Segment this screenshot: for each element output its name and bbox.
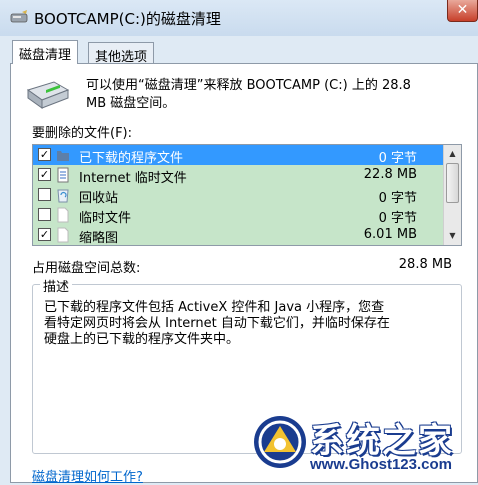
- list-scrollbar[interactable]: ▲ ▼: [443, 145, 461, 245]
- checkbox[interactable]: ✓: [38, 168, 51, 181]
- list-item[interactable]: ✓ 缩略图 6.01 MB: [33, 225, 443, 245]
- description-text: 已下载的程序文件包括 ActiveX 控件和 Java 小程序，您查 看特定网页…: [44, 300, 390, 347]
- scroll-thumb[interactable]: [446, 163, 459, 203]
- file-name: 缩略图: [79, 231, 119, 246]
- checkbox[interactable]: [38, 188, 51, 201]
- list-item[interactable]: 临时文件 0 字节: [33, 205, 443, 226]
- close-button[interactable]: ✕: [447, 0, 478, 22]
- watermark-title: 系统之家: [310, 421, 454, 461]
- tab-disk-cleanup[interactable]: 磁盘清理: [12, 40, 79, 64]
- disk-cleanup-icon: [10, 10, 28, 23]
- document-icon: [57, 167, 69, 183]
- checkbox[interactable]: ✓: [38, 148, 51, 161]
- file-name: 回收站: [79, 191, 119, 206]
- file-size: 0 字节: [378, 211, 417, 226]
- recycle-bin-icon: [57, 189, 69, 203]
- file-size: 6.01 MB: [363, 227, 417, 242]
- file-name: 已下载的程序文件: [79, 151, 184, 166]
- watermark-url: www.Ghost123.com: [310, 456, 452, 473]
- list-item[interactable]: 回收站 0 字节: [33, 185, 443, 206]
- checkbox[interactable]: [38, 208, 51, 221]
- title-bar: BOOTCAMP(C:)的磁盘清理 ✕: [0, 0, 478, 36]
- how-it-works-link[interactable]: 磁盘清理如何工作?: [32, 466, 143, 485]
- file-size: 22.8 MB: [363, 167, 417, 182]
- watermark-logo-icon: [254, 416, 306, 468]
- file-name: 临时文件: [79, 211, 132, 226]
- scroll-down-arrow-icon[interactable]: ▼: [446, 229, 459, 243]
- list-item[interactable]: ✓ Internet 临时文件 22.8 MB: [33, 165, 443, 186]
- file-size: 0 字节: [378, 151, 417, 166]
- file-icon: [57, 227, 69, 243]
- folder-icon: [57, 151, 69, 161]
- checkbox[interactable]: ✓: [38, 228, 51, 241]
- tab-more-options[interactable]: 其他选项: [88, 42, 155, 65]
- file-list[interactable]: ✓ 已下载的程序文件 0 字节 ✓ Internet 临时文件 22.8 MB …: [32, 144, 462, 246]
- total-space-value: 28.8 MB: [398, 257, 452, 272]
- description-title: 描述: [40, 276, 73, 295]
- total-space-label: 占用磁盘空间总数:: [32, 261, 141, 276]
- scroll-up-arrow-icon[interactable]: ▲: [446, 147, 459, 161]
- file-size: 0 字节: [378, 191, 417, 206]
- file-name: Internet 临时文件: [79, 171, 187, 186]
- hard-drive-icon: [26, 81, 70, 109]
- space-info-text: 可以使用“磁盘清理”来释放 BOOTCAMP (C:) 上的 28.8 MB 磁…: [86, 78, 411, 111]
- file-icon: [57, 207, 69, 223]
- list-item[interactable]: ✓ 已下载的程序文件 0 字节: [33, 145, 443, 166]
- files-to-delete-label: 要删除的文件(F):: [32, 126, 133, 141]
- window-title: BOOTCAMP(C:)的磁盘清理: [34, 10, 221, 28]
